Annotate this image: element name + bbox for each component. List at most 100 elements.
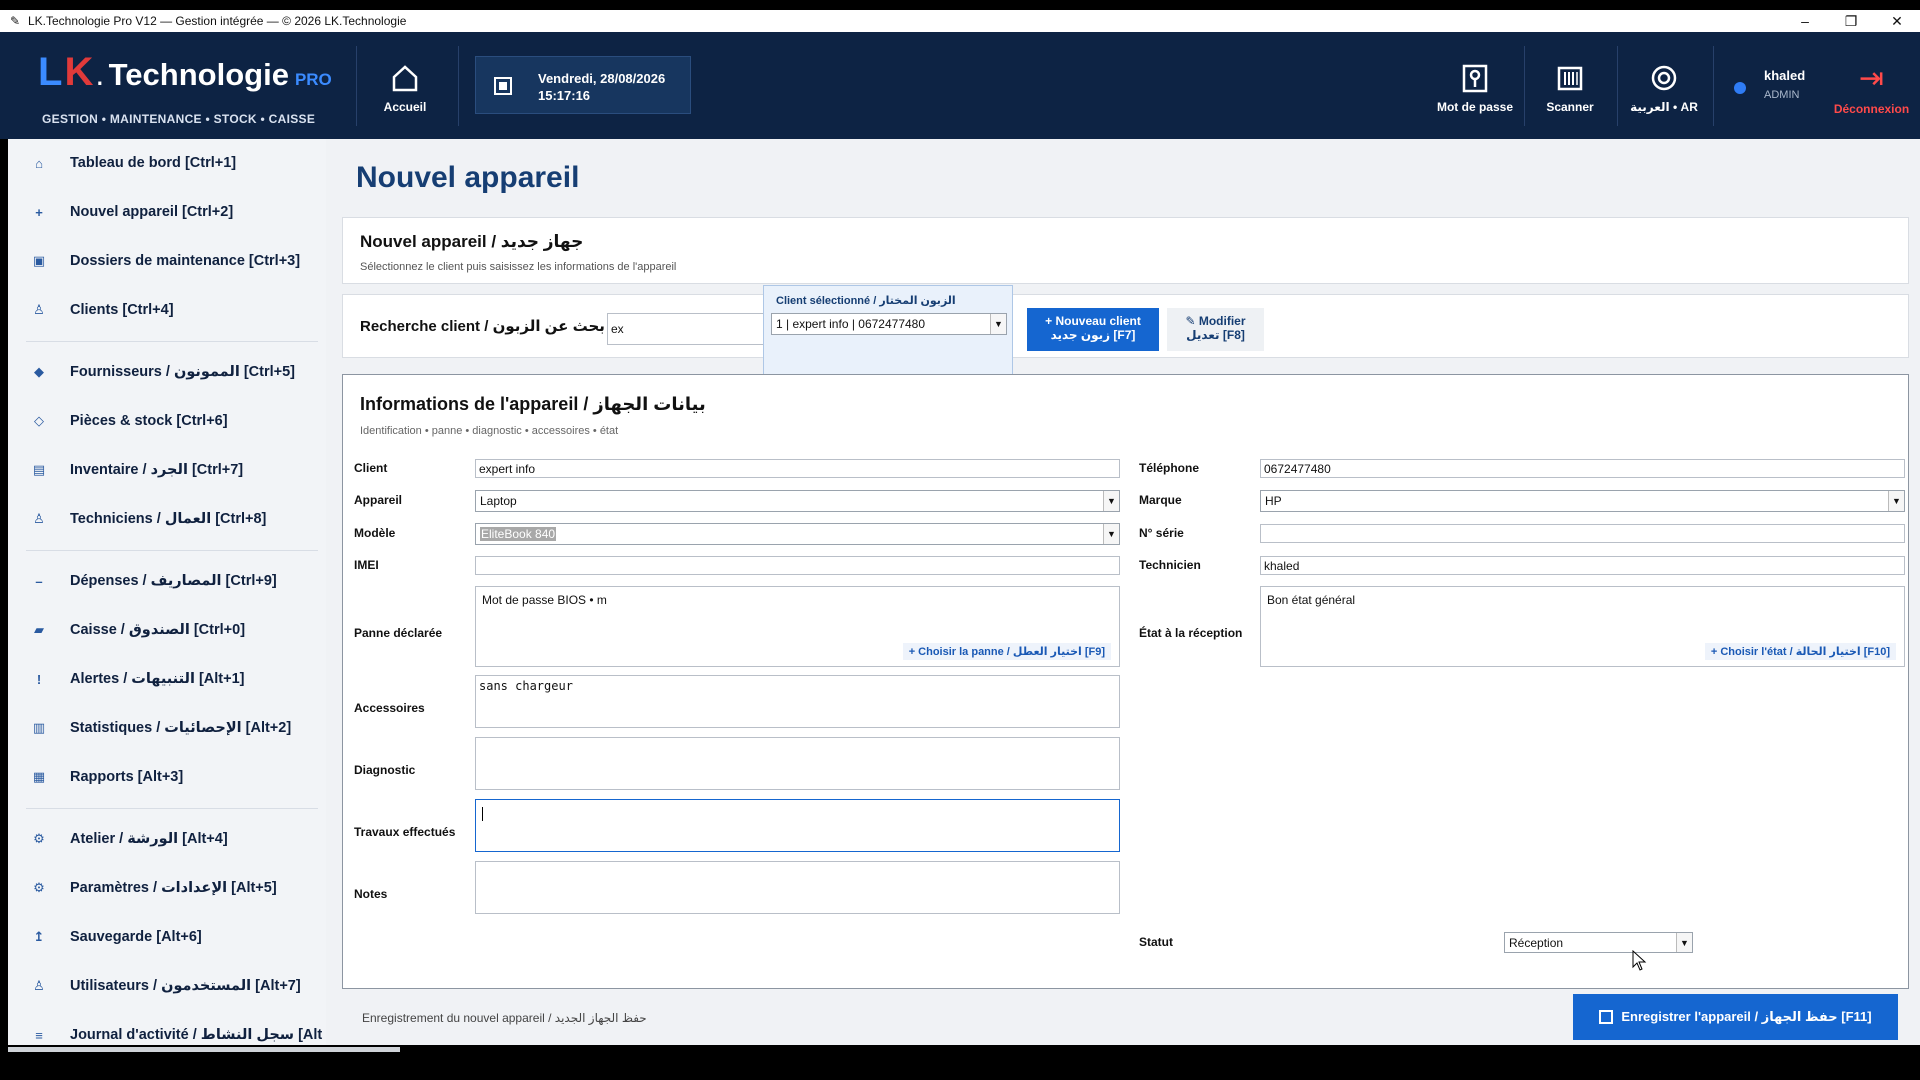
chevron-down-icon[interactable]: ▼	[1103, 524, 1119, 544]
user-info[interactable]: khaled ADMIN	[1720, 32, 1820, 139]
mouse-cursor-icon	[1632, 950, 1647, 971]
modify-client-button[interactable]: ✎ Modifier تعديل [F8]	[1167, 308, 1264, 351]
restore-button[interactable]: ❐	[1828, 10, 1874, 32]
close-button[interactable]: ✕	[1874, 10, 1920, 32]
header-divider	[1713, 46, 1714, 126]
home-label: Accueil	[383, 100, 427, 114]
minimize-button[interactable]: –	[1782, 10, 1828, 32]
language-button[interactable]: العربية • AR	[1624, 32, 1704, 139]
status-combo[interactable]: Réception ▼	[1504, 932, 1693, 953]
sidebar-item-label: Nouvel appareil [Ctrl+2]	[70, 204, 234, 220]
password-button[interactable]: Mot de passe	[1432, 32, 1518, 139]
sidebar-item-maintenance[interactable]: ▣ Dossiers de maintenance [Ctrl+3]	[8, 241, 326, 281]
sidebar-item-cash[interactable]: ▰ Caisse / الصندوق [Ctrl+0]	[8, 610, 326, 650]
device-label: Appareil	[354, 493, 403, 507]
chevron-down-icon[interactable]: ▼	[990, 314, 1006, 334]
sidebar-item-parts-stock[interactable]: ◇ Pièces & stock [Ctrl+6]	[8, 401, 326, 441]
save-device-button[interactable]: Enregistrer l'appareil / حفظ الجهاز [F11…	[1573, 994, 1898, 1040]
sidebar-item-label: Caisse / الصندوق [Ctrl+0]	[70, 622, 246, 638]
diagnostic-textarea[interactable]	[475, 737, 1120, 790]
sidebar-item-users[interactable]: ♙ Utilisateurs / المستخدمون [Alt+7]	[8, 966, 326, 1006]
logo-pro-badge: PRO	[294, 70, 332, 89]
sidebar-item-workshop[interactable]: ⚙ Atelier / الورشة [Alt+4]	[8, 819, 326, 859]
model-value: EliteBook 840	[480, 527, 557, 541]
sidebar-item-clients[interactable]: ♙ Clients [Ctrl+4]	[8, 290, 326, 330]
device-combo[interactable]: Laptop ▼	[475, 490, 1120, 512]
client-field[interactable]: expert info	[475, 459, 1120, 478]
sidebar-item-new-device[interactable]: + Nouvel appareil [Ctrl+2]	[8, 192, 326, 232]
barcode-icon	[1557, 66, 1583, 91]
sidebar-item-activity-log[interactable]: ≡ Journal d'activité / سجل النشاط [Alt	[8, 1015, 326, 1045]
footer-text: Enregistrement du nouvel appareil / حفظ …	[362, 1011, 647, 1025]
choose-fault-button[interactable]: + Choisir la panne / اختيار العطل [F9]	[902, 643, 1111, 660]
client-search-input[interactable]: ex	[607, 313, 765, 345]
sidebar-item-suppliers[interactable]: ◆ Fournisseurs / الممونون [Ctrl+5]	[8, 352, 326, 392]
chevron-down-icon[interactable]: ▼	[1888, 491, 1904, 511]
online-status-icon	[1734, 82, 1746, 94]
sidebar-item-inventory[interactable]: ▤ Inventaire / الجرد [Ctrl+7]	[8, 450, 326, 490]
technician-field[interactable]: khaled	[1260, 556, 1905, 575]
sidebar-item-label: Pièces & stock [Ctrl+6]	[70, 413, 228, 429]
fault-textarea[interactable]: Mot de passe BIOS • m + Choisir la panne…	[475, 586, 1120, 667]
sidebar-item-label: Atelier / الورشة [Alt+4]	[70, 831, 228, 847]
client-search-label: Recherche client / بحث عن الزبون	[360, 318, 605, 335]
window-controls: – ❐ ✕	[1782, 10, 1920, 32]
scanner-button[interactable]: Scanner	[1532, 32, 1608, 139]
sidebar-item-reports[interactable]: ▦ Rapports [Alt+3]	[8, 757, 326, 797]
logo-letter-k: K	[64, 50, 96, 94]
sidebar-divider	[26, 808, 318, 809]
sidebar-item-label: Dépenses / المصاريف [Ctrl+9]	[70, 573, 277, 589]
app-header: LK. Technologie PRO GESTION • MAINTENANCE…	[0, 32, 1920, 139]
home-icon	[392, 65, 418, 92]
works-textarea[interactable]	[475, 799, 1120, 852]
sidebar-horizontal-scrollbar[interactable]	[8, 1047, 400, 1052]
sidebar-divider	[26, 341, 318, 342]
sidebar-item-expenses[interactable]: – Dépenses / المصاريف [Ctrl+9]	[8, 561, 326, 601]
choose-state-button[interactable]: + Choisir l'état / اختيار الحالة [F10]	[1704, 643, 1896, 660]
backup-icon: ↥	[33, 929, 45, 944]
sidebar-item-label: Inventaire / الجرد [Ctrl+7]	[70, 462, 244, 478]
sidebar-item-label: Techniciens / العمال [Ctrl+8]	[70, 511, 267, 527]
supplier-icon: ◆	[34, 364, 44, 379]
sidebar-item-backup[interactable]: ↥ Sauvegarde [Alt+6]	[8, 917, 326, 957]
brand-label: Marque	[1139, 493, 1182, 507]
new-client-button[interactable]: + Nouveau client زبون جديد [F7]	[1027, 308, 1159, 351]
reception-state-textarea[interactable]: Bon état général + Choisir l'état / اختي…	[1260, 586, 1905, 667]
scanner-label: Scanner	[1546, 100, 1594, 114]
phone-field[interactable]: 0672477480	[1260, 459, 1905, 478]
sidebar-item-label: Statistiques / الإحصائيات [Alt+2]	[70, 720, 292, 736]
selected-client-combo[interactable]: 1 | expert info | 0672477480 ▼	[771, 313, 1007, 335]
sidebar-item-statistics[interactable]: ▥ Statistiques / الإحصائيات [Alt+2]	[8, 708, 326, 748]
logo-name: Technologie	[108, 57, 289, 92]
selected-client-value: 1 | expert info | 0672477480	[776, 317, 926, 331]
sidebar-item-label: Utilisateurs / المستخدمون [Alt+7]	[70, 978, 301, 994]
imei-field[interactable]	[475, 556, 1120, 575]
sidebar-nav: ⌂ Tableau de bord [Ctrl+1] + Nouvel appare…	[8, 139, 326, 1045]
phone-label: Téléphone	[1139, 461, 1200, 475]
user-name: khaled	[1764, 68, 1806, 83]
page-title: Nouvel appareil	[356, 161, 580, 194]
logout-icon: ⇥	[1858, 62, 1885, 95]
brand-logo: LK. Technologie PRO	[38, 50, 332, 95]
sidebar-item-settings[interactable]: ⚙ Paramètres / الإعدادات [Alt+5]	[8, 868, 326, 908]
new-client-shortcut: زبون جديد [F7]	[1050, 328, 1136, 342]
sidebar-item-alerts[interactable]: ! Alertes / التنبيهات [Alt+1]	[8, 659, 326, 699]
sidebar-item-label: Clients [Ctrl+4]	[70, 302, 174, 318]
logout-button[interactable]: ⇥ Déconnexion	[1823, 32, 1920, 139]
brand-combo[interactable]: HP ▼	[1260, 490, 1905, 512]
reception-state-value: Bon état général	[1267, 593, 1356, 607]
serial-field[interactable]	[1260, 524, 1905, 543]
user-role: ADMIN	[1764, 89, 1800, 101]
accessories-textarea[interactable]: sans chargeur	[475, 675, 1120, 728]
sidebar-item-dashboard[interactable]: ⌂ Tableau de bord [Ctrl+1]	[8, 143, 326, 183]
notes-label: Notes	[354, 887, 388, 901]
chevron-down-icon[interactable]: ▼	[1103, 491, 1119, 511]
sidebar-item-technicians[interactable]: ♙ Techniciens / العمال [Ctrl+8]	[8, 499, 326, 539]
fault-value: Mot de passe BIOS • m	[482, 593, 607, 607]
notes-textarea[interactable]	[475, 861, 1120, 914]
home-button[interactable]: Accueil	[370, 32, 440, 139]
chevron-down-icon[interactable]: ▼	[1676, 933, 1692, 952]
reports-icon: ▦	[32, 769, 46, 784]
globe-icon	[1651, 65, 1677, 91]
model-combo[interactable]: EliteBook 840 ▼	[475, 523, 1120, 545]
